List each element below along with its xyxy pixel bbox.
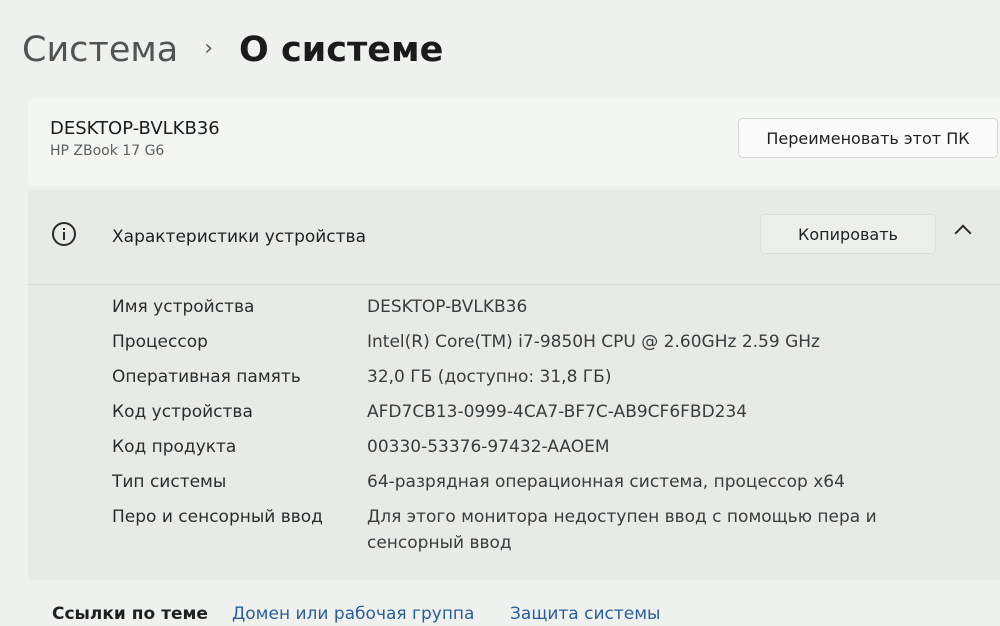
chevron-up-icon[interactable] [954,224,972,242]
spec-label: Код продукта [112,437,237,457]
page-title: О системе [239,30,444,70]
device-specs-title: Характеристики устройства [112,227,366,247]
device-specs-panel: Характеристики устройства Копировать Имя… [28,190,1000,580]
spec-value: 00330-53376-97432-AAOEM [367,437,610,457]
copy-button[interactable]: Копировать [760,214,936,254]
spec-label: Оперативная память [112,367,301,387]
related-links: Ссылки по теме Домен или рабочая группа … [0,596,1000,626]
rename-pc-button[interactable]: Переименовать этот ПК [738,118,998,158]
breadcrumb: Система › О системе [22,22,443,78]
domain-workgroup-link[interactable]: Домен или рабочая группа [232,604,474,624]
spec-label: Имя устройства [112,297,255,317]
spec-label: Процессор [112,332,208,352]
device-model: HP ZBook 17 G6 [50,143,165,159]
spec-value: 64-разрядная операционная система, проце… [367,472,845,492]
spec-label: Код устройства [112,402,253,422]
spec-value: 32,0 ГБ (доступно: 31,8 ГБ) [367,367,612,387]
system-protection-link[interactable]: Защита системы [510,604,660,624]
device-specs-header[interactable]: Характеристики устройства Копировать [28,190,1000,285]
spec-value: AFD7CB13-0999-4CA7-BF7C-AB9CF6FBD234 [367,402,748,422]
spec-value: Для этого монитора недоступен ввод с пом… [367,507,877,553]
spec-label: Перо и сенсорный ввод [112,507,323,527]
spec-value: Intel(R) Core(TM) i7-9850H CPU @ 2.60GHz… [367,332,820,352]
info-icon [52,222,76,246]
device-card: DESKTOP-BVLKB36 HP ZBook 17 G6 Переимено… [28,98,1000,186]
spec-value: DESKTOP-BVLKB36 [367,297,528,317]
breadcrumb-separator-icon: › [204,35,214,61]
spec-label: Тип системы [112,472,227,492]
device-name: DESKTOP-BVLKB36 [50,118,220,139]
breadcrumb-parent[interactable]: Система [22,30,178,70]
related-links-heading: Ссылки по теме [52,604,208,624]
